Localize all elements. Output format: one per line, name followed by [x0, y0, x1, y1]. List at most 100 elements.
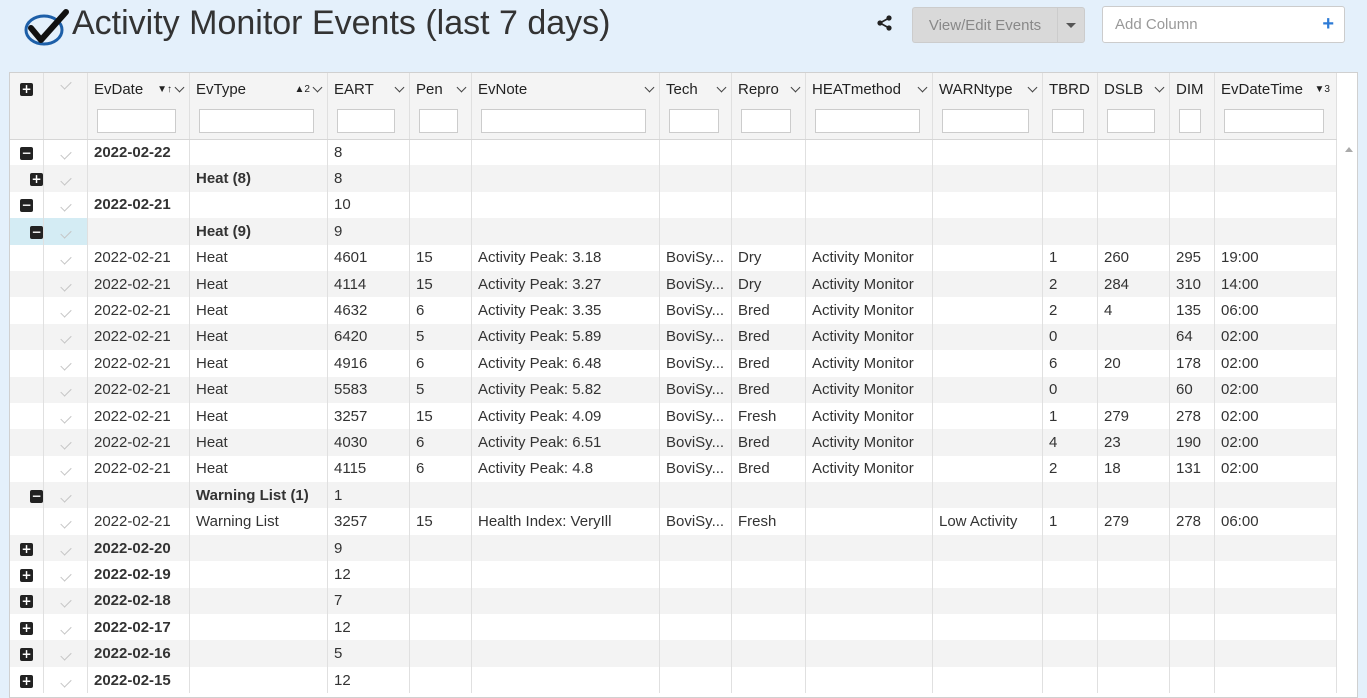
filter-input-dslb[interactable] [1107, 109, 1155, 133]
filter-input-tbrd[interactable] [1052, 109, 1084, 133]
row-check-icon[interactable] [59, 148, 72, 160]
row-check-icon[interactable] [59, 279, 72, 292]
row-check-icon[interactable] [59, 596, 72, 608]
expand-icon[interactable]: + [20, 568, 33, 582]
cell-warn [932, 323, 1043, 351]
group-row[interactable]: +2022-02-15 12 [10, 666, 1337, 694]
row-check-icon[interactable] [59, 438, 72, 450]
filter-input-evdt[interactable] [1224, 109, 1324, 133]
row-check-icon[interactable] [59, 174, 72, 186]
table-row[interactable]: 2022-02-21 Heat 4601 15 Activity Peak: 3.18 B… [10, 244, 1337, 271]
view-edit-events-button[interactable]: View/Edit Events [912, 7, 1057, 43]
column-menu-chevron-icon[interactable] [917, 82, 928, 92]
filter-input-repro[interactable] [741, 109, 791, 133]
collapse-icon[interactable]: − [30, 225, 43, 239]
filter-input-dim[interactable] [1179, 109, 1201, 133]
add-column-plus-icon[interactable]: + [1322, 14, 1334, 34]
collapse-icon[interactable]: − [20, 199, 33, 213]
column-header-dslb[interactable]: DSLB [1097, 73, 1170, 140]
expand-icon[interactable]: + [30, 173, 43, 187]
select-all-check-icon[interactable] [59, 78, 72, 90]
column-menu-chevron-icon[interactable] [312, 82, 323, 92]
column-header-tech[interactable]: Tech [659, 73, 732, 140]
column-menu-chevron-icon[interactable] [456, 82, 467, 92]
expand-icon[interactable]: + [20, 648, 33, 662]
filter-input-heat[interactable] [815, 109, 920, 133]
column-label-evtype: EvType [196, 80, 247, 98]
row-check-icon[interactable] [59, 543, 72, 556]
expand-icon[interactable]: + [20, 595, 33, 609]
row-check-icon[interactable] [59, 517, 72, 529]
column-header-warn[interactable]: WARNtype [932, 73, 1043, 140]
column-menu-chevron-icon[interactable] [1027, 82, 1038, 92]
filter-input-warn[interactable] [942, 109, 1029, 133]
column-header-repro[interactable]: Repro [731, 73, 806, 140]
add-column-input[interactable] [1115, 16, 1315, 33]
row-check-icon[interactable] [59, 253, 72, 265]
table-row[interactable]: 2022-02-21 Heat 4115 6 Activity Peak: 4.8 Bov… [10, 455, 1337, 483]
filter-input-tech[interactable] [669, 109, 719, 133]
column-header-evdt[interactable]: EvDateTime ▼3 [1214, 73, 1337, 140]
row-check-icon[interactable] [59, 491, 72, 503]
group-row[interactable]: +2022-02-18 7 [10, 587, 1337, 615]
column-menu-chevron-icon[interactable] [644, 82, 655, 92]
group-row[interactable]: +2022-02-19 12 [10, 561, 1337, 588]
column-menu-chevron-icon[interactable] [790, 82, 801, 92]
column-menu-chevron-icon[interactable] [716, 82, 727, 92]
column-header-heat[interactable]: HEATmethod [805, 73, 933, 140]
column-header-tbrd[interactable]: TBRD [1042, 73, 1098, 140]
scroll-up-arrow-icon[interactable] [1345, 147, 1353, 152]
table-row[interactable]: 2022-02-21 Heat 5583 5 Activity Peak: 5.82 Bo… [10, 376, 1337, 403]
group-row[interactable]: − 2022-02-21 10 [10, 191, 1337, 219]
column-menu-chevron-icon[interactable] [1154, 82, 1165, 92]
row-check-icon[interactable] [59, 411, 72, 424]
row-check-icon[interactable] [59, 332, 72, 345]
group-row[interactable]: +2022-02-17 12 [10, 614, 1337, 641]
row-check-icon[interactable] [59, 570, 72, 582]
collapse-icon[interactable]: − [20, 146, 33, 160]
group-row[interactable]: +2022-02-16 5 [10, 640, 1337, 667]
filter-input-evdate[interactable] [97, 109, 176, 133]
group-row[interactable]: − Warning List (1) 1 [10, 482, 1337, 509]
filter-input-pen[interactable] [419, 109, 458, 133]
row-check-icon[interactable] [59, 623, 72, 635]
column-header-pen[interactable]: Pen [409, 73, 472, 140]
row-check-icon[interactable] [59, 464, 72, 477]
column-header-eart[interactable]: EART [327, 73, 410, 140]
row-check-icon[interactable] [59, 385, 72, 397]
row-check-icon[interactable] [59, 200, 72, 213]
column-menu-chevron-icon[interactable] [394, 82, 405, 92]
group-row[interactable]: + Heat (8) 8 [10, 165, 1337, 192]
expand-all-icon[interactable]: + [20, 82, 33, 96]
table-row[interactable]: 2022-02-21 Heat 4632 6 Activity Peak: 3.35 Bo… [10, 297, 1337, 324]
table-row[interactable]: 2022-02-21 Warning List 3257 15 Health Index… [10, 508, 1337, 535]
expand-icon[interactable]: + [20, 674, 33, 688]
table-row[interactable]: 2022-02-21 Heat 3257 15 Activity Peak: 4.09 B… [10, 402, 1337, 430]
table-row[interactable]: 2022-02-21 Heat 4114 15 Activity Peak: 3.27 B… [10, 270, 1337, 298]
row-check-icon[interactable] [59, 306, 72, 318]
row-check-icon[interactable] [59, 227, 72, 239]
row-check-icon[interactable] [59, 359, 72, 371]
group-row[interactable]: − 2022-02-22 8 [10, 139, 1337, 166]
table-row[interactable]: 2022-02-21 Heat 4030 6 Activity Peak: 6.51 Bo… [10, 429, 1337, 456]
cell-dslb [1097, 323, 1170, 351]
view-edit-dropdown-button[interactable] [1057, 7, 1085, 43]
row-check-icon[interactable] [59, 649, 72, 661]
group-row[interactable]: − Heat (9) 9 [10, 218, 1337, 245]
table-row[interactable]: 2022-02-21 Heat 4916 6 Activity Peak: 6.48 Bo… [10, 350, 1337, 377]
column-menu-chevron-icon[interactable] [174, 82, 185, 92]
share-icon[interactable] [876, 14, 894, 32]
row-check-icon[interactable] [59, 675, 72, 688]
column-header-dim[interactable]: DIM [1169, 73, 1215, 140]
filter-input-evnote[interactable] [481, 109, 646, 133]
column-header-evtype[interactable]: EvType ▲2 [189, 73, 328, 140]
table-row[interactable]: 2022-02-21 Heat 6420 5 Activity Peak: 5.89 Bo… [10, 323, 1337, 351]
group-row[interactable]: +2022-02-20 9 [10, 534, 1337, 562]
column-header-evnote[interactable]: EvNote [471, 73, 660, 140]
expand-icon[interactable]: + [20, 621, 33, 635]
column-header-evdate[interactable]: EvDate ▼↑ [87, 73, 190, 140]
collapse-icon[interactable]: − [30, 489, 43, 503]
filter-input-eart[interactable] [337, 109, 395, 133]
expand-icon[interactable]: + [20, 542, 33, 556]
filter-input-evtype[interactable] [199, 109, 314, 133]
